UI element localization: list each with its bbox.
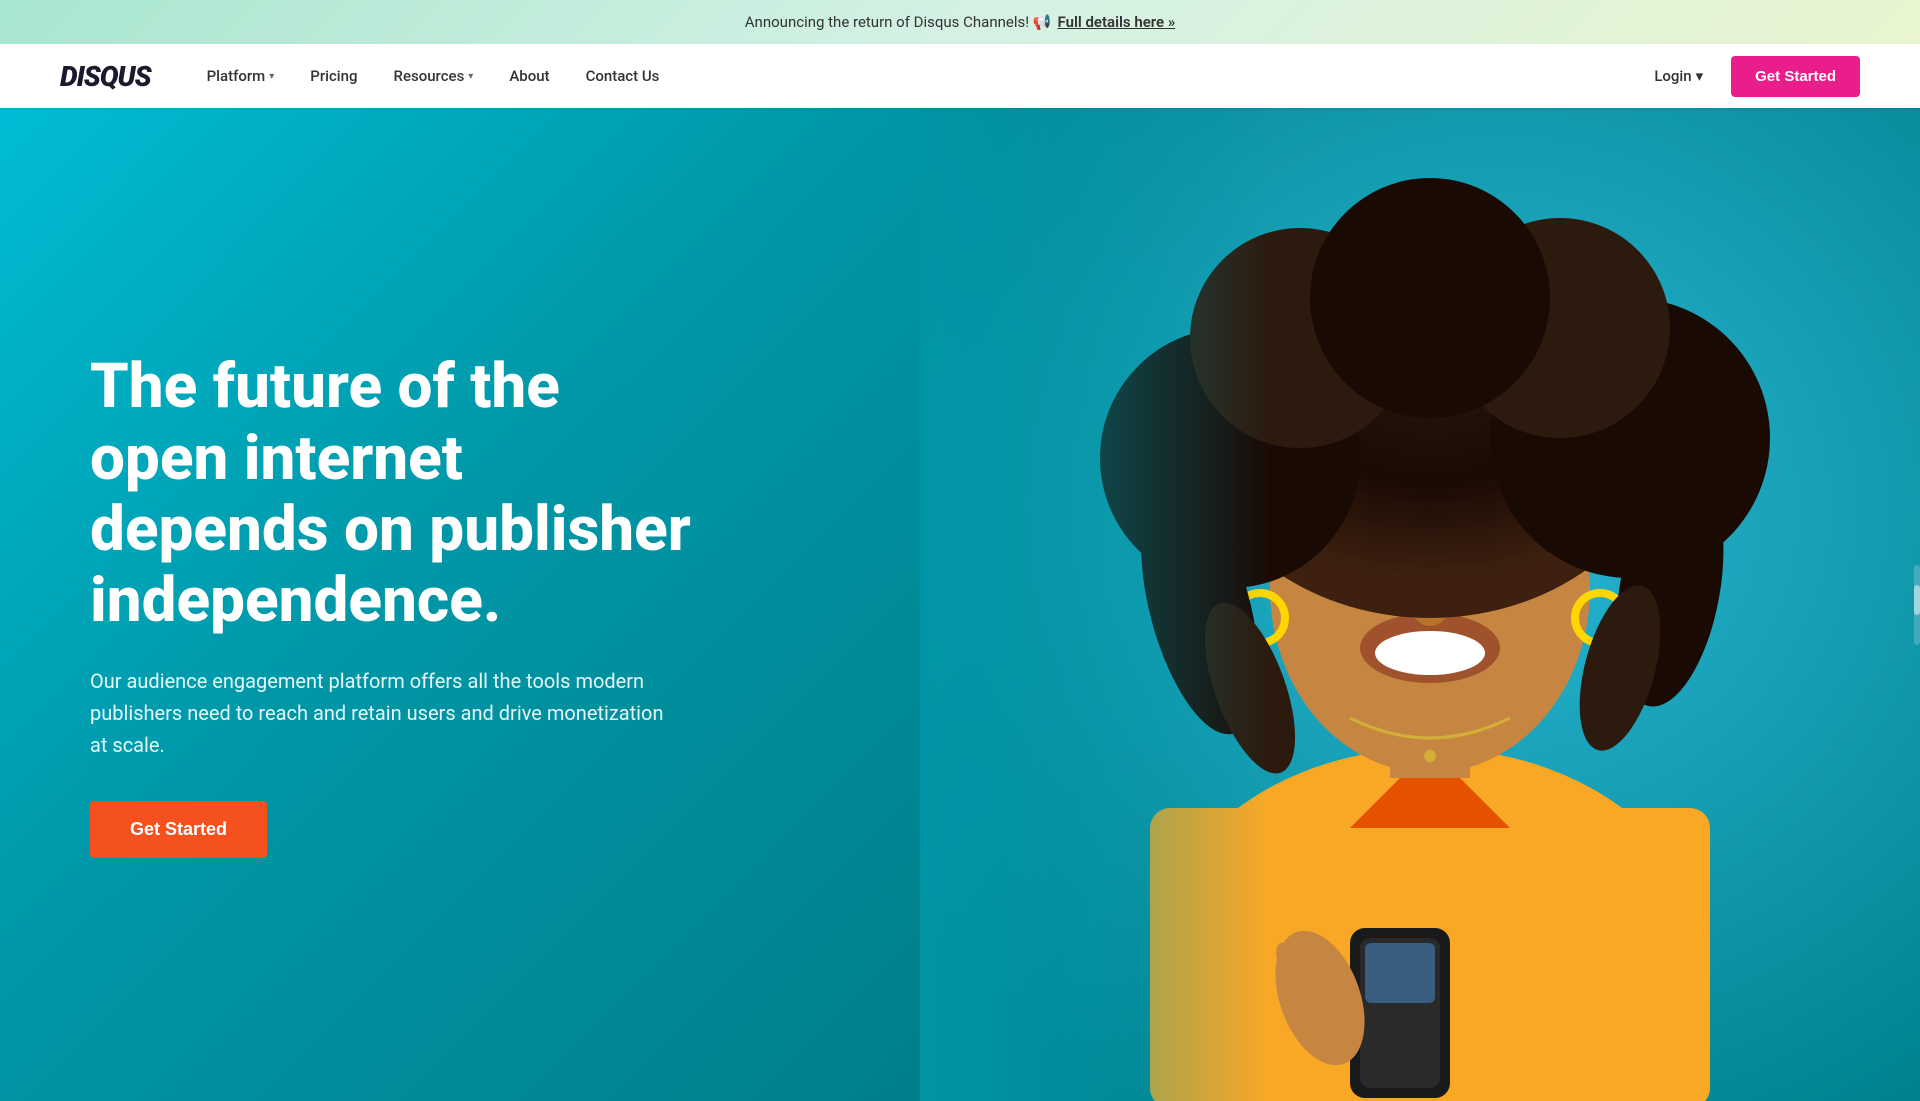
announcement-link[interactable]: Full details here » <box>1058 13 1176 31</box>
nav-links: Platform ▾ Pricing Resources ▾ About Con… <box>191 59 1639 93</box>
login-button[interactable]: Login ▾ <box>1638 59 1719 93</box>
get-started-nav-button[interactable]: Get Started <box>1731 56 1860 97</box>
hero-section: The future of the open internet depends … <box>0 108 1920 1101</box>
nav-label-pricing: Pricing <box>310 67 357 85</box>
logo[interactable]: DISQUS <box>60 60 151 93</box>
scroll-thumb <box>1914 585 1920 615</box>
hero-content: The future of the open internet depends … <box>0 351 700 857</box>
nav-item-contact[interactable]: Contact Us <box>570 59 676 93</box>
scroll-indicator[interactable] <box>1914 565 1920 645</box>
chevron-down-icon-resources: ▾ <box>468 71 473 82</box>
nav-right: Login ▾ Get Started <box>1638 56 1860 97</box>
announcement-text: Announcing the return of Disqus Channels… <box>745 13 1052 31</box>
chevron-down-icon-login: ▾ <box>1696 67 1704 85</box>
chevron-down-icon: ▾ <box>269 71 274 82</box>
hero-subtitle: Our audience engagement platform offers … <box>90 665 670 761</box>
get-started-hero-button[interactable]: Get Started <box>90 801 267 858</box>
nav-label-platform: Platform <box>207 67 266 85</box>
nav-label-resources: Resources <box>394 67 465 85</box>
hero-photo <box>920 108 1920 1101</box>
hero-image <box>920 108 1920 1101</box>
announcement-bar: Announcing the return of Disqus Channels… <box>0 0 1920 44</box>
nav-item-about[interactable]: About <box>493 59 565 93</box>
nav-item-resources[interactable]: Resources ▾ <box>378 59 490 93</box>
nav-item-pricing[interactable]: Pricing <box>294 59 373 93</box>
hero-title: The future of the open internet depends … <box>90 351 700 636</box>
nav-item-platform[interactable]: Platform ▾ <box>191 59 291 93</box>
navbar: DISQUS Platform ▾ Pricing Resources ▾ Ab… <box>0 44 1920 108</box>
login-label: Login <box>1654 67 1691 85</box>
nav-label-about: About <box>509 67 549 85</box>
nav-label-contact: Contact Us <box>586 67 660 85</box>
